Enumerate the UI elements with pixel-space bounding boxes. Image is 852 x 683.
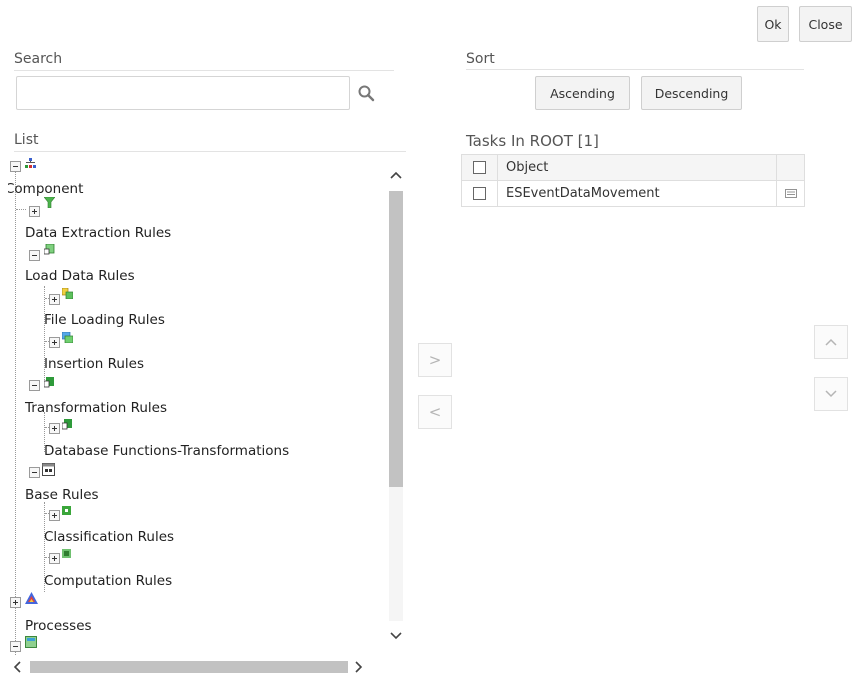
chevron-right-icon: >: [428, 351, 442, 369]
scroll-up-icon[interactable]: [389, 170, 403, 180]
tree-toggle[interactable]: [29, 206, 40, 217]
database-icon: [44, 244, 55, 255]
db-function-icon: [62, 419, 72, 430]
computation-icon: [62, 549, 71, 558]
object-column-header[interactable]: Object: [497, 154, 777, 181]
tree-toggle[interactable]: [29, 380, 40, 391]
move-up-button[interactable]: [814, 325, 848, 359]
scrollbar-thumb[interactable]: [30, 661, 348, 673]
tree-item-label[interactable]: Insertion Rules: [44, 356, 144, 372]
tree-toggle[interactable]: [29, 467, 40, 478]
search-input[interactable]: [16, 76, 350, 110]
chevron-left-icon: <: [428, 403, 442, 421]
table-header-row: Object: [461, 154, 805, 181]
row-checkbox[interactable]: [473, 187, 486, 200]
tree-item-label[interactable]: Database Functions-Transformations: [44, 443, 289, 459]
tree-guide: [15, 171, 16, 655]
tree-toggle[interactable]: [49, 423, 60, 434]
sort-divider: [466, 69, 804, 70]
tree-toggle[interactable]: [49, 553, 60, 564]
tree-item-label[interactable]: Transformation Rules: [25, 400, 167, 416]
list-label: List: [14, 132, 39, 148]
close-button[interactable]: Close: [799, 6, 852, 42]
properties-icon[interactable]: [784, 189, 797, 198]
tasks-table: Object ESEventDataMovement: [461, 154, 805, 207]
tree-toggle[interactable]: [49, 337, 60, 348]
row-action-cell[interactable]: [776, 180, 805, 207]
tree-toggle[interactable]: [10, 161, 21, 172]
funnel-icon: [44, 197, 55, 208]
file-load-icon: [62, 288, 73, 299]
select-all-cell[interactable]: [461, 154, 498, 181]
component-tree[interactable]: Component Data Extraction Rules Load Dat…: [8, 152, 408, 655]
sort-label: Sort: [466, 51, 495, 67]
row-select-cell[interactable]: [461, 180, 498, 207]
search-divider: [14, 70, 394, 71]
tree-item-label[interactable]: File Loading Rules: [44, 312, 165, 328]
search-icon[interactable]: [357, 84, 375, 102]
ascending-button[interactable]: Ascending: [535, 76, 630, 110]
tree-toggle[interactable]: [29, 250, 40, 261]
descending-button[interactable]: Descending: [641, 76, 742, 110]
tree-guide: [16, 209, 26, 210]
chevron-up-icon: [825, 338, 837, 346]
select-all-checkbox[interactable]: [473, 161, 486, 174]
move-left-button[interactable]: <: [418, 395, 452, 429]
tree-item-label[interactable]: Data Extraction Rules: [25, 225, 171, 241]
tree-item-label[interactable]: Processes: [25, 618, 92, 634]
tree-item-label[interactable]: Classification Rules: [44, 529, 174, 545]
scroll-down-icon[interactable]: [389, 631, 403, 641]
root-hierarchy-icon: [25, 158, 36, 168]
object-cell[interactable]: ESEventDataMovement: [497, 180, 777, 207]
tree-toggle[interactable]: [10, 641, 21, 652]
task-selector-dialog: Ok Close Search Sort Ascending Descendin…: [0, 0, 852, 683]
header-action-cell: [776, 154, 805, 181]
folder-green-icon: [25, 636, 37, 648]
tree-item-label[interactable]: Load Data Rules: [25, 268, 135, 284]
ok-button[interactable]: Ok: [757, 6, 789, 42]
tasks-title: Tasks In ROOT [1]: [466, 132, 599, 150]
tree-item-label[interactable]: Base Rules: [25, 487, 99, 503]
chevron-down-icon: [825, 390, 837, 398]
process-triangle-icon: [25, 592, 38, 604]
table-row[interactable]: ESEventDataMovement: [461, 180, 805, 207]
insert-icon: [62, 332, 73, 343]
tree-item-label[interactable]: Component: [8, 181, 83, 197]
scrollbar-thumb[interactable]: [389, 191, 403, 487]
transform-icon: [44, 377, 54, 388]
tree-vertical-scrollbar[interactable]: [386, 161, 406, 655]
scroll-right-icon[interactable]: [354, 660, 364, 674]
tree-toggle[interactable]: [49, 510, 60, 521]
base-rules-icon: [42, 463, 55, 476]
move-down-button[interactable]: [814, 377, 848, 411]
tree-horizontal-scrollbar[interactable]: [8, 655, 388, 677]
search-label: Search: [14, 51, 63, 67]
tree-item-label[interactable]: Computation Rules: [44, 573, 172, 589]
tree-toggle[interactable]: [10, 597, 21, 608]
tree-toggle[interactable]: [49, 294, 60, 305]
scroll-left-icon[interactable]: [12, 660, 22, 674]
classification-icon: [62, 506, 71, 515]
move-right-button[interactable]: >: [418, 343, 452, 377]
